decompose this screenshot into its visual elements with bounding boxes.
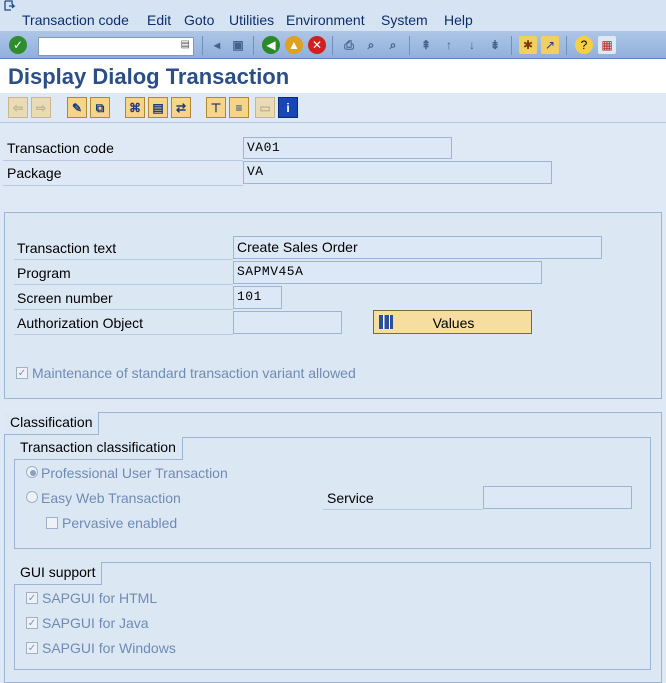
shortcut-icon[interactable]: ↗ [541, 36, 559, 54]
exit-icon[interactable]: ▲ [285, 36, 303, 54]
navigation-window-icon[interactable]: ⇄ [171, 97, 191, 118]
gui-support-title: GUI support [14, 562, 103, 585]
menu-edit[interactable]: Edit [147, 12, 171, 28]
create-session-icon[interactable]: ✱ [519, 36, 537, 54]
find-next-icon[interactable]: ⌕ [384, 36, 402, 54]
menu-system[interactable]: System [381, 12, 428, 28]
row-divider [3, 185, 243, 186]
menu-environment[interactable]: Environment [286, 12, 365, 28]
row-divider [14, 259, 233, 260]
where-used-icon[interactable]: ⌘ [125, 97, 145, 118]
easy-web-radio[interactable] [26, 491, 38, 503]
row-divider [14, 334, 233, 335]
menu-help[interactable]: Help [444, 12, 473, 28]
next-page-icon[interactable]: ↓ [463, 36, 481, 54]
sapgui-windows-checkbox[interactable]: ✓ [26, 642, 38, 654]
back-icon[interactable]: ◀ [262, 36, 280, 54]
toolbar-separator [253, 36, 254, 55]
service-label: Service [327, 490, 374, 506]
previous-page-icon[interactable]: ↑ [440, 36, 458, 54]
professional-user-radio[interactable] [26, 466, 38, 478]
package-label: Package [7, 165, 62, 181]
screen-number-label: Screen number [17, 290, 113, 306]
values-button-label: Values [432, 315, 475, 331]
page-title: Display Dialog Transaction [8, 64, 290, 89]
transaction-code-field[interactable]: VA01 [243, 137, 452, 159]
service-field[interactable] [483, 486, 632, 509]
enter-icon[interactable]: ✓ [9, 36, 27, 54]
display-change-icon[interactable]: ✎ [67, 97, 87, 118]
transaction-text-label: Transaction text [17, 240, 117, 256]
program-field[interactable]: SAPMV45A [233, 261, 542, 284]
pervasive-checkbox[interactable] [46, 517, 58, 529]
menu-transaction-code[interactable]: Transaction code [22, 12, 129, 28]
row-divider [3, 160, 243, 161]
row-divider [14, 309, 233, 310]
authorization-object-label: Authorization Object [17, 315, 144, 331]
last-page-icon[interactable]: ⇟ [486, 36, 504, 54]
print-icon[interactable]: ⎙ [340, 36, 358, 54]
information-icon[interactable]: i [278, 97, 298, 118]
toolbar-separator [511, 36, 512, 55]
history-dropdown-icon[interactable]: ▤ [181, 39, 190, 50]
transaction-classification-title: Transaction classification [14, 437, 183, 460]
find-icon[interactable]: ⌕ [362, 36, 380, 54]
transaction-text-field[interactable]: Create Sales Order [233, 236, 602, 259]
classification-tab[interactable]: Classification [4, 412, 100, 435]
command-field[interactable]: ▤ [38, 37, 194, 56]
row-divider [14, 284, 233, 285]
frame-icon: ▭ [255, 97, 275, 118]
help-icon[interactable]: ? [575, 36, 593, 54]
program-label: Program [17, 265, 71, 281]
authorization-object-field[interactable] [233, 311, 342, 334]
row-divider [323, 509, 483, 510]
hierarchy-icon[interactable]: ⊤ [206, 97, 226, 118]
display-object-list-icon[interactable]: ▤ [148, 97, 168, 118]
menu-pin-icon[interactable] [4, 0, 18, 12]
screen-number-field[interactable]: 101 [233, 286, 282, 309]
professional-user-label: Professional User Transaction [41, 465, 228, 481]
arrow-left-icon: ⇦ [8, 97, 28, 118]
pervasive-label: Pervasive enabled [62, 515, 178, 531]
menu-utilities[interactable]: Utilities [229, 12, 274, 28]
sapgui-java-checkbox[interactable]: ✓ [26, 617, 38, 629]
toolbar-separator [566, 36, 567, 55]
sapgui-html-checkbox[interactable]: ✓ [26, 592, 38, 604]
maintenance-variant-checkbox[interactable]: ✓ [16, 367, 28, 379]
package-field[interactable]: VA [243, 161, 552, 184]
toolbar-separator [332, 36, 333, 55]
arrow-left-icon[interactable]: ◂ [208, 36, 226, 54]
transaction-code-label: Transaction code [7, 140, 114, 156]
easy-web-label: Easy Web Transaction [41, 490, 181, 506]
save-icon[interactable]: ▣ [229, 36, 247, 54]
print-list-icon[interactable]: ≡ [229, 97, 249, 118]
values-button[interactable]: Values [373, 310, 532, 334]
other-object-icon[interactable]: ⧉ [90, 97, 110, 118]
sapgui-windows-label: SAPGUI for Windows [42, 640, 176, 656]
first-page-icon[interactable]: ⇞ [417, 36, 435, 54]
arrow-right-icon: ⇨ [31, 97, 51, 118]
layout-menu-icon[interactable]: ▦ [598, 36, 616, 54]
toolbar-separator [409, 36, 410, 55]
toolbar-separator [202, 36, 203, 55]
sapgui-java-label: SAPGUI for Java [42, 615, 149, 631]
menu-goto[interactable]: Goto [184, 12, 214, 28]
cancel-icon[interactable]: ✕ [308, 36, 326, 54]
sapgui-html-label: SAPGUI for HTML [42, 590, 158, 606]
maintenance-variant-label: Maintenance of standard transaction vari… [32, 365, 356, 381]
